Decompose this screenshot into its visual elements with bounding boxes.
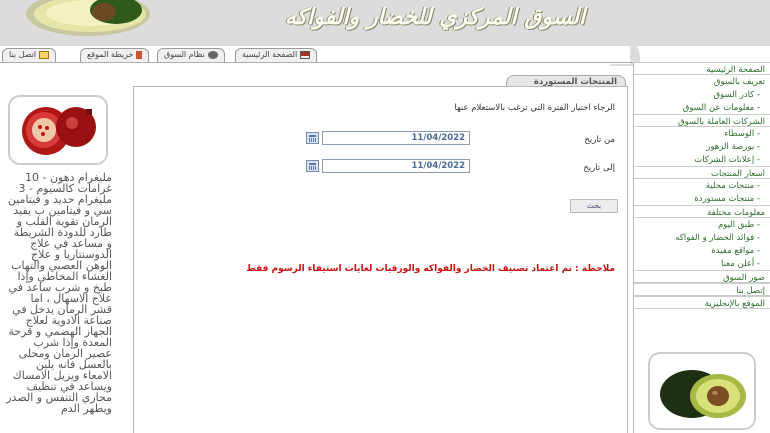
home-icon xyxy=(300,50,311,59)
pomegranate-benefits-text: مليغرام دهون - 10 غرامات كالسيوم - 3 ملي… xyxy=(6,171,112,415)
top-link-contact[interactable]: اتصل بنا xyxy=(2,48,57,62)
sidebar-item-useful-sites[interactable]: - مواقع مفيدة xyxy=(634,244,770,257)
sidebar-item-market-staff[interactable]: - كادر السوق xyxy=(634,88,770,101)
divider-line xyxy=(0,62,632,63)
sidebar-item-market-info[interactable]: - معلومات عن السوق xyxy=(634,101,770,114)
sidebar-item-benefits[interactable]: - فوائد الخضار و الفواكه xyxy=(634,231,770,244)
sidebar-menu: الصفحة الرئيسية تعريف بالسوق - كادر السو… xyxy=(633,62,770,433)
imported-products-panel: الرجاء اختيار الفترة التي ترغب بالاستعلا… xyxy=(133,86,628,433)
envelope-icon xyxy=(39,50,50,59)
from-calendar-icon[interactable] xyxy=(306,132,319,144)
sidebar-item-company-ads[interactable]: - إعلانات الشركات xyxy=(634,153,770,166)
sidebar-item-misc-info[interactable]: معلومات مختلفة xyxy=(634,205,770,218)
site-title: السوق المركزي للخضار والفواكه xyxy=(284,4,586,30)
sidebar-item-about-market[interactable]: تعريف بالسوق xyxy=(634,75,770,88)
sidebar-item-contact[interactable]: إتصل بنا xyxy=(634,283,770,296)
to-date-input[interactable] xyxy=(322,159,470,173)
from-date-label: من تاريخ xyxy=(584,135,615,145)
site-header: السوق المركزي للخضار والفواكه xyxy=(0,0,770,46)
top-link-home-label: الصفحة الرئيسية xyxy=(242,50,298,59)
sidebar-item-brokers[interactable]: - الوسطاء xyxy=(634,127,770,140)
to-calendar-icon[interactable] xyxy=(306,160,319,172)
sidebar-item-flower-exchange[interactable]: - بورصة الزهور xyxy=(634,140,770,153)
sidebar-item-english-site[interactable]: الموقع بالإنجليزية xyxy=(634,296,770,309)
pomegranate-image xyxy=(22,107,96,155)
classification-note: ملاحظة : تم اعتماد تصنيف الخضار والفواكه… xyxy=(246,264,615,274)
avocado-image xyxy=(660,370,746,418)
left-column: مليغرام دهون - 10 غرامات كالسيوم - 3 ملي… xyxy=(0,90,113,433)
top-link-market-system-label: نظام السوق xyxy=(164,50,205,59)
top-link-sitemap-label: خريطة الموقع xyxy=(87,50,134,59)
top-link-market-system[interactable]: نظام السوق xyxy=(157,48,225,62)
avocado-banner-image xyxy=(26,0,150,36)
top-link-sitemap[interactable]: خريطة الموقع xyxy=(80,48,150,62)
period-instruction: الرجاء اختيار الفترة التي ترغب بالاستعلا… xyxy=(454,103,615,113)
sidebar-item-advertise[interactable]: - أعلن معنا xyxy=(634,257,770,270)
sitemap-icon xyxy=(136,50,143,59)
top-link-contact-label: اتصل بنا xyxy=(9,50,37,59)
pomegranate-photo xyxy=(8,95,108,165)
sidebar-item-market-photos[interactable]: صور السوق xyxy=(634,270,770,283)
top-link-home[interactable]: الصفحة الرئيسية xyxy=(235,48,318,62)
sidebar-item-imported-products[interactable]: - منتجات مستوردة xyxy=(634,192,770,205)
from-date-input[interactable] xyxy=(322,131,470,145)
face-icon xyxy=(207,50,218,59)
sidebar-item-local-products[interactable]: - منتجات محلية xyxy=(634,179,770,192)
sidebar-item-home[interactable]: الصفحة الرئيسية xyxy=(634,62,770,75)
avocado-photo xyxy=(648,352,756,430)
search-button[interactable]: بحث xyxy=(570,199,618,213)
to-date-label: إلى تاريخ xyxy=(583,163,615,173)
sidebar-item-dish-of-day[interactable]: - طبق اليوم xyxy=(634,218,770,231)
sidebar-item-companies[interactable]: الشركات العاملة بالسوق xyxy=(634,114,770,127)
sidebar-item-product-prices[interactable]: اسعار المنتجات xyxy=(634,166,770,179)
